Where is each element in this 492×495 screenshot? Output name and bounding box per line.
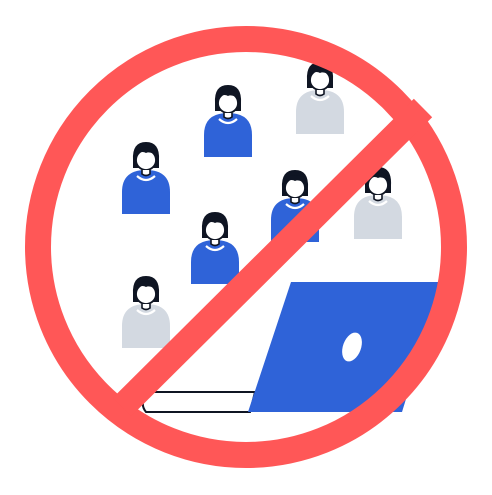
person-icon [122,142,170,214]
person-body [122,170,170,214]
person-neck [141,304,151,311]
person-body [191,240,239,284]
person-body [122,304,170,348]
person-body [204,113,252,157]
person-neck [223,113,233,120]
person-neck [373,195,383,202]
person-body [354,195,402,239]
no-meetings-illustration [25,26,467,468]
person-neck [290,198,300,205]
person-body [296,90,344,134]
illustration-canvas [0,0,492,495]
person-neck [315,90,325,97]
person-icon [204,85,252,157]
person-icon [191,212,239,284]
laptop-keyboard-base [141,391,257,413]
person-neck [141,170,151,177]
person-icon [122,276,170,348]
person-neck [210,240,220,247]
